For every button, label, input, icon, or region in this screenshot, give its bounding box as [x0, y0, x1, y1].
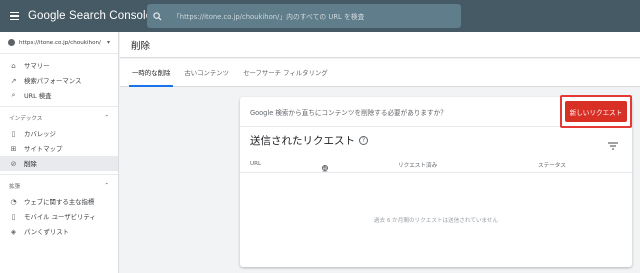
page-title: 削除: [120, 32, 640, 58]
new-request-button[interactable]: 新しいリクエスト: [565, 101, 627, 122]
property-selector[interactable]: https://itone.co.jp/choukihon/ ▾: [0, 32, 118, 54]
search-icon: ⌕: [11, 91, 16, 99]
app-logo[interactable]: Google Search Console: [28, 10, 152, 22]
column-requested[interactable]: リクエスト済み: [398, 161, 437, 169]
nav-item-performance[interactable]: ↗ 検索パフォーマンス: [0, 73, 118, 88]
nav-item-label: ウェブに関する主な指標: [24, 198, 95, 206]
nav-item-label: パンくずリスト: [24, 228, 70, 236]
nav-item-mobile-usability[interactable]: ▯ モバイル ユーザビリティ: [0, 209, 118, 224]
section-label: インデックス: [9, 116, 43, 122]
nav-item-label: 検索パフォーマンス: [24, 77, 82, 85]
gauge-icon: ◔: [10, 197, 17, 206]
nav-item-summary[interactable]: ⌂ サマリー: [0, 58, 118, 73]
phone-icon: ▯: [11, 212, 16, 221]
section-enhancements-header[interactable]: 拡張 ⌃: [0, 178, 118, 194]
nav-item-label: モバイル ユーザビリティ: [24, 213, 96, 221]
section-index-header[interactable]: インデックス ⌃: [0, 110, 118, 126]
sidebar: https://itone.co.jp/choukihon/ ▾ ⌂ サマリー …: [0, 32, 119, 273]
nav-item-removals[interactable]: ⊘ 削除: [0, 156, 118, 171]
section-label: 拡張: [9, 184, 21, 190]
column-status[interactable]: ステータス: [538, 161, 566, 169]
nav-item-url-inspection[interactable]: ⌕ URL 検査: [0, 88, 118, 103]
divider: [0, 106, 118, 107]
divider: [0, 174, 118, 175]
removals-card: Google 検索から直ちにコンテンツを削除する必要がありますか？ 新しいリクエ…: [240, 95, 632, 267]
globe-icon: [8, 39, 15, 46]
nav-item-label: URL 検査: [24, 92, 52, 100]
help-icon[interactable]: ?: [359, 136, 368, 145]
table-header: URL 型 ? リクエスト済み ステータス: [240, 157, 632, 173]
home-icon: ⌂: [11, 61, 16, 70]
filter-icon[interactable]: [608, 135, 618, 154]
trend-icon: ↗: [10, 76, 17, 85]
tab-temporary-removals[interactable]: 一時的な削除: [125, 59, 177, 87]
nav-item-breadcrumbs[interactable]: ◈ パンくずリスト: [0, 224, 118, 239]
column-url[interactable]: URL: [250, 161, 261, 167]
empty-state-message: 過去 6 か月間のリクエストは送信されていません: [373, 218, 499, 224]
chevron-up-icon: ⌃: [104, 115, 109, 121]
caret-down-icon: ▾: [106, 39, 110, 46]
help-icon[interactable]: ?: [322, 165, 328, 171]
menu-icon[interactable]: [0, 0, 28, 32]
sitemap-icon: ⊞: [10, 144, 17, 153]
chevron-up-icon: ⌃: [104, 183, 109, 189]
top-app-bar: Google Search Console 「https://itone.co.…: [0, 0, 640, 32]
layers-icon: ◈: [10, 227, 17, 236]
nav-item-core-web-vitals[interactable]: ◔ ウェブに関する主な指標: [0, 194, 118, 209]
property-url: https://itone.co.jp/choukihon/: [19, 39, 101, 46]
url-inspect-search[interactable]: 「https://itone.co.jp/choukihon/」内のすべての U…: [147, 4, 461, 28]
search-icon: [147, 4, 167, 28]
hide-icon: ⊘: [10, 159, 17, 168]
file-icon: ▯: [11, 129, 16, 138]
tab-outdated-content[interactable]: 古いコンテンツ: [177, 59, 236, 86]
nav-item-label: 削除: [24, 160, 37, 168]
nav-item-label: サマリー: [24, 62, 50, 70]
nav-item-label: サイトマップ: [24, 145, 63, 153]
search-placeholder: 「https://itone.co.jp/choukihon/」内のすべての U…: [173, 13, 365, 21]
nav-item-label: カバレッジ: [24, 130, 56, 138]
submitted-requests-title: 送信されたリクエスト ?: [250, 133, 368, 148]
nav-item-sitemaps[interactable]: ⊞ サイトマップ: [0, 141, 118, 156]
nav-item-coverage[interactable]: ▯ カバレッジ: [0, 126, 118, 141]
section-title-text: 送信されたリクエスト: [250, 135, 355, 147]
tab-bar: 一時的な削除 古いコンテンツ セーフサーチ フィルタリング: [120, 59, 640, 87]
tab-safesearch-filtering[interactable]: セーフサーチ フィルタリング: [236, 59, 335, 86]
